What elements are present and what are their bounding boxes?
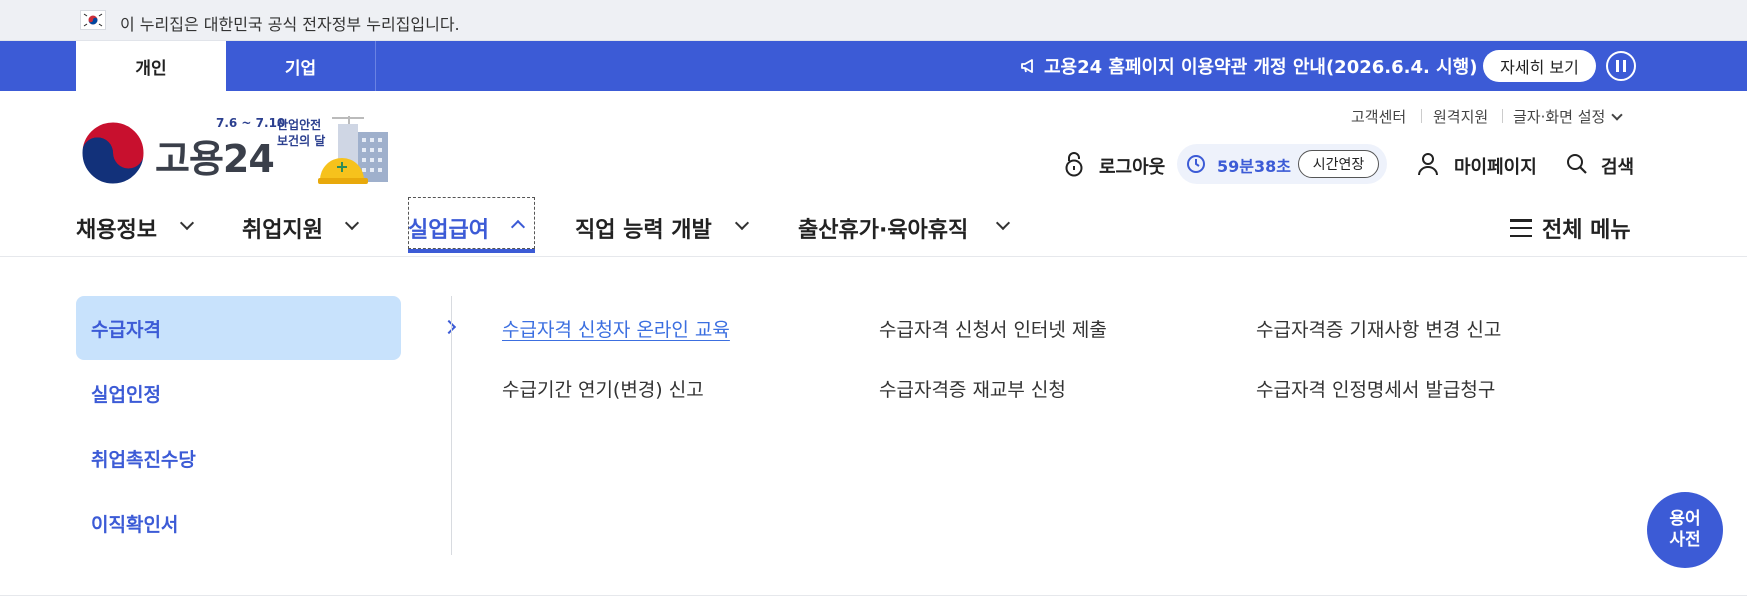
util-divider: [1502, 109, 1503, 123]
submenu-divider: [451, 296, 452, 555]
logout-button[interactable]: 로그아웃: [1099, 153, 1165, 179]
mypage-link[interactable]: 마이페이지: [1454, 153, 1537, 179]
submenu-link-online-education[interactable]: 수급자격 신청자 온라인 교육: [502, 315, 730, 342]
korea-flag-icon: [80, 10, 106, 30]
notice-text: 고용24 홈페이지 이용약관 개정 안내(2026.6.4. 시행): [1044, 57, 1478, 78]
side-item-label: 취업촉진수당: [91, 448, 196, 471]
safety-helmet-icon: [318, 116, 388, 184]
nav-parental-leave[interactable]: 출산휴가·육아휴직: [798, 212, 968, 244]
side-item-unemployment-recognition[interactable]: 실업인정: [76, 361, 401, 425]
megaphone-icon: [1021, 59, 1033, 73]
side-item-eligibility[interactable]: 수급자격: [76, 296, 457, 360]
side-item-separation-certificate[interactable]: 이직확인서: [76, 491, 401, 555]
pause-icon[interactable]: [1606, 51, 1636, 81]
display-settings-link[interactable]: 글자·화면 설정: [1513, 106, 1624, 127]
top-bar: 개인 기업 고용24 홈페이지 이용약관 개정 안내(2026.6.4. 시행)…: [0, 41, 1747, 91]
lock-icon: [1065, 152, 1083, 177]
event-title-line1: 산업안전: [277, 118, 322, 132]
gov-logo-icon[interactable]: [78, 118, 148, 188]
site-logo-text[interactable]: 고용24: [155, 128, 275, 183]
all-menu-label: 전체 메뉴: [1542, 218, 1631, 243]
submenu-link-statement-request[interactable]: 수급자격 인정명세서 발급청구: [1256, 375, 1495, 402]
side-item-reemployment-allowance[interactable]: 취업촉진수당: [76, 426, 401, 490]
hamburger-icon: [1510, 219, 1532, 237]
submenu-link-online-application[interactable]: 수급자격 신청서 인터넷 제출: [879, 315, 1107, 342]
notice-detail-button[interactable]: 자세히 보기: [1483, 50, 1596, 82]
gov-banner: 이 누리집은 대한민국 공식 전자정부 누리집입니다.: [0, 0, 1747, 41]
nav-unemployment-benefit[interactable]: 실업급여: [408, 212, 489, 244]
chevron-down-icon: [995, 215, 1011, 231]
chevron-down-icon: [734, 215, 750, 231]
nav-recruit-info[interactable]: 채용정보: [76, 212, 157, 244]
submenu-link-period-extension[interactable]: 수급기간 연기(변경) 신고: [502, 375, 704, 402]
chevron-right-icon: [441, 319, 457, 335]
nav-employment-support[interactable]: 취업지원: [242, 212, 323, 244]
nav-vocational-training[interactable]: 직업 능력 개발: [575, 212, 712, 244]
side-item-label: 실업인정: [91, 383, 161, 406]
chevron-down-icon: [344, 215, 360, 231]
chevron-down-icon: [1611, 109, 1624, 121]
extend-session-button[interactable]: 시간연장: [1298, 150, 1379, 178]
side-item-label: 수급자격: [91, 318, 161, 341]
event-date: 7.6 ~ 7.10: [216, 116, 286, 130]
display-settings-label: 글자·화면 설정: [1513, 108, 1606, 126]
panel-bottom-border: [0, 595, 1747, 596]
submenu-link-change-report[interactable]: 수급자격증 기재사항 변경 신고: [1256, 315, 1501, 342]
search-icon: [1567, 154, 1587, 174]
customer-center-link[interactable]: 고객센터: [1351, 106, 1406, 127]
glossary-label-line2: 사전: [1669, 530, 1701, 550]
tab-personal[interactable]: 개인: [76, 41, 226, 91]
nav-divider: [0, 256, 1747, 257]
user-icon: [1418, 153, 1438, 176]
gov-banner-text: 이 누리집은 대한민국 공식 전자정부 누리집입니다.: [120, 15, 460, 34]
search-button[interactable]: 검색: [1601, 153, 1634, 179]
submenu-link-reissue[interactable]: 수급자격증 재교부 신청: [879, 375, 1066, 402]
side-item-label: 이직확인서: [91, 513, 179, 536]
tab-business[interactable]: 기업: [226, 41, 376, 91]
notice-link[interactable]: 고용24 홈페이지 이용약관 개정 안내(2026.6.4. 시행): [1020, 53, 1477, 79]
session-timer-value: 59분38초: [1217, 157, 1291, 176]
glossary-label-line1: 용어: [1669, 508, 1701, 529]
glossary-button[interactable]: 용어 사전: [1647, 492, 1723, 568]
nav-active-indicator: [408, 249, 535, 253]
clock-icon: [1187, 155, 1205, 173]
chevron-down-icon: [179, 215, 195, 231]
util-divider: [1421, 109, 1422, 123]
remote-support-link[interactable]: 원격지원: [1433, 106, 1488, 127]
all-menu-button[interactable]: 전체 메뉴: [1510, 212, 1631, 244]
